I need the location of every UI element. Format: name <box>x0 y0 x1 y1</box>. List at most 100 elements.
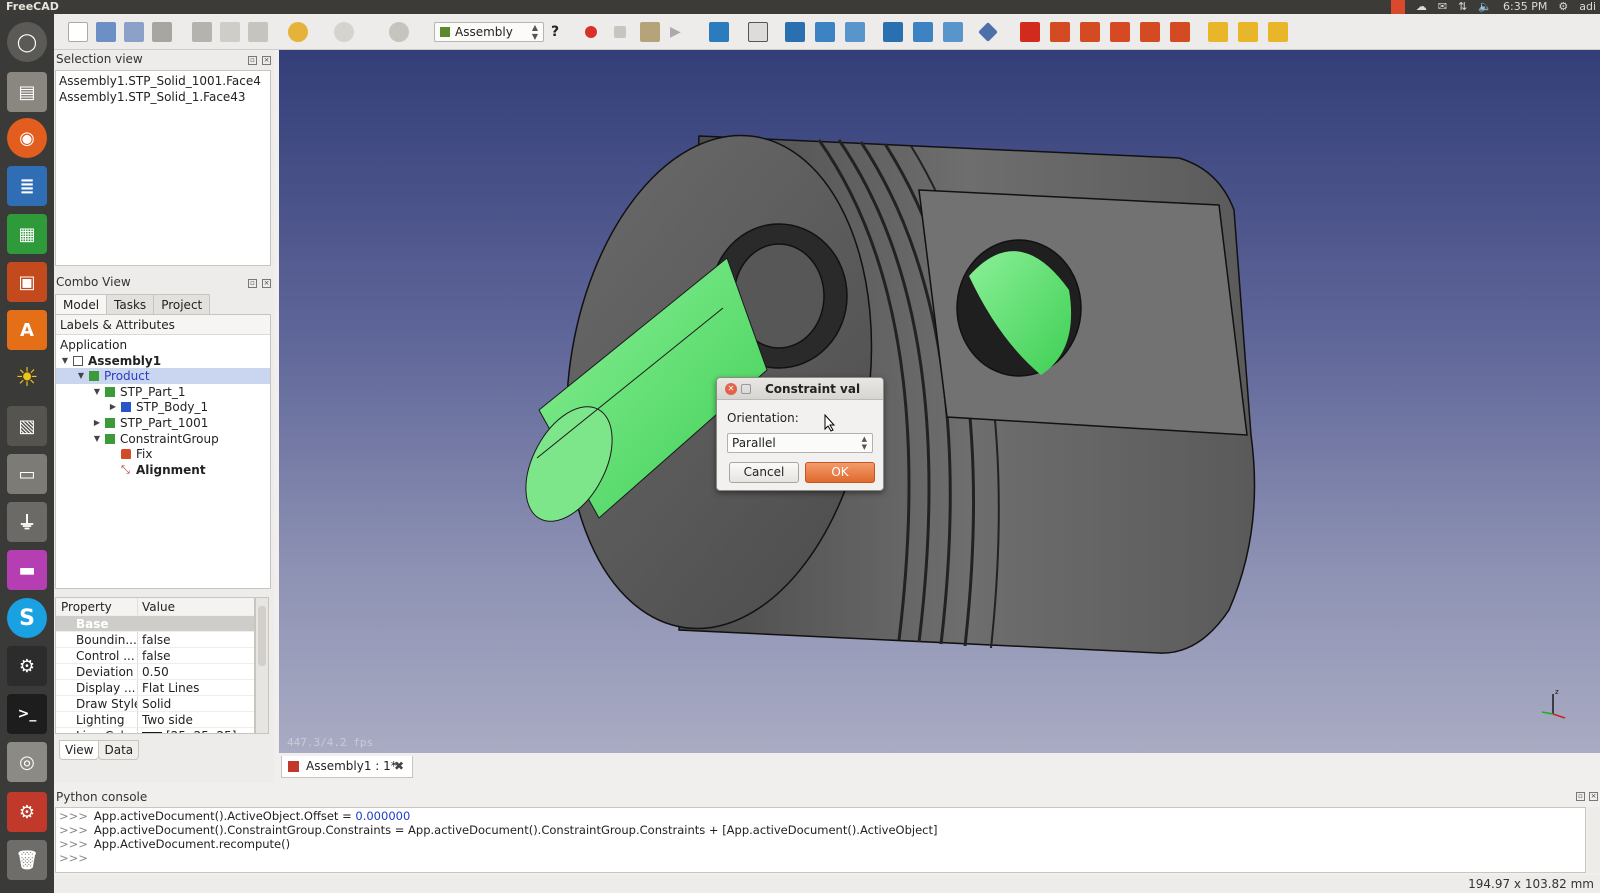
tree-item[interactable]: ⤡ Alignment <box>56 462 270 478</box>
tab-view[interactable]: View <box>59 740 100 760</box>
property-value[interactable]: Solid <box>138 696 171 711</box>
property-row[interactable]: Display ... Flat Lines <box>56 680 254 696</box>
float-icon[interactable]: ▫ <box>248 56 257 65</box>
workbench-selector[interactable]: Assembly ▲ ▼ <box>434 22 544 42</box>
clock[interactable]: 6:35 PM <box>1503 0 1547 14</box>
bottom-view-icon[interactable] <box>913 22 933 42</box>
collapsed-icon[interactable]: ▶ <box>108 399 118 415</box>
speaker-icon[interactable]: ◎ <box>7 742 47 782</box>
software-center-icon[interactable]: A <box>7 310 47 350</box>
property-value[interactable]: false <box>138 648 171 663</box>
save-icon[interactable] <box>124 22 144 42</box>
tree-item[interactable]: ▼ STP_Part_1 <box>56 384 270 400</box>
close-icon[interactable]: ✕ <box>725 383 737 395</box>
parallel-constraint-icon[interactable] <box>1080 22 1100 42</box>
console-scrollbar[interactable] <box>1588 807 1600 873</box>
expanded-icon[interactable]: ▼ <box>76 368 86 384</box>
tree-item[interactable]: ▶ STP_Part_1001 <box>56 415 270 431</box>
selection-list[interactable]: Assembly1.STP_Solid_1001.Face4 Assembly1… <box>55 70 271 266</box>
notification-icon[interactable] <box>1390 0 1405 14</box>
refresh-icon[interactable] <box>389 22 409 42</box>
property-row[interactable]: Boundin... false <box>56 632 254 648</box>
expanded-icon[interactable]: ▼ <box>92 384 102 400</box>
float-icon[interactable]: ▫ <box>248 279 257 288</box>
impress-icon[interactable]: ▣ <box>7 262 47 302</box>
circular-constraint-icon[interactable] <box>1140 22 1160 42</box>
run-macro-icon[interactable]: ▶ <box>670 22 690 42</box>
selection-item[interactable]: Assembly1.STP_Solid_1.Face43 <box>59 89 267 105</box>
firefox-icon[interactable]: ◉ <box>7 118 47 158</box>
tree-item[interactable]: ▼ Assembly1 <box>56 353 270 369</box>
close-tab-icon[interactable]: ✖ <box>394 756 404 776</box>
property-row[interactable]: Control ... false <box>56 648 254 664</box>
property-scrollbar[interactable] <box>255 597 269 734</box>
property-value[interactable]: Two side <box>138 712 193 727</box>
mail-icon[interactable]: ✉ <box>1438 0 1447 14</box>
close-icon[interactable]: × <box>1589 792 1598 801</box>
writer-icon[interactable]: ≣ <box>7 166 47 206</box>
open-icon[interactable] <box>96 22 116 42</box>
3d-viewport[interactable]: 447.3/4.2 fps z <box>279 50 1600 753</box>
rear-view-icon[interactable] <box>883 22 903 42</box>
new-icon[interactable] <box>68 22 88 42</box>
property-value[interactable]: [25, 25, 25] <box>138 728 236 733</box>
tree-item[interactable]: Application <box>56 337 270 353</box>
property-row[interactable]: Deviation 0.50 <box>56 664 254 680</box>
paste-icon[interactable] <box>248 22 268 42</box>
python-console[interactable]: >>> App.activeDocument().ActiveObject.Off… <box>55 807 1586 873</box>
property-value[interactable]: Flat Lines <box>138 680 199 695</box>
tab-tasks[interactable]: Tasks <box>106 294 155 314</box>
fit-all-icon[interactable] <box>709 22 729 42</box>
volume-icon[interactable]: 🔈 <box>1478 0 1492 14</box>
close-icon[interactable]: × <box>262 279 271 288</box>
expanded-icon[interactable]: ▼ <box>92 431 102 447</box>
ok-button[interactable]: OK <box>805 462 875 483</box>
trash-icon[interactable]: 🗑 <box>7 840 47 880</box>
close-icon[interactable]: × <box>262 56 271 65</box>
copy-icon[interactable] <box>220 22 240 42</box>
float-icon[interactable]: ▫ <box>1576 792 1585 801</box>
property-row[interactable]: Lighting Two side <box>56 712 254 728</box>
property-value[interactable]: false <box>138 632 171 647</box>
measure-icon[interactable] <box>978 22 998 42</box>
piston-model[interactable] <box>279 50 1600 753</box>
terminal-icon[interactable]: >_ <box>7 694 47 734</box>
calc-icon[interactable]: ▦ <box>7 214 47 254</box>
network-icon[interactable]: ☁ <box>1416 0 1427 14</box>
plane-constraint-icon[interactable] <box>1050 22 1070 42</box>
maximize-icon[interactable] <box>741 384 751 394</box>
dialog-titlebar[interactable]: ✕ Constraint val <box>717 378 883 400</box>
tab-model[interactable]: Model <box>55 294 108 314</box>
stop-macro-icon[interactable] <box>614 26 626 38</box>
cancel-button[interactable]: Cancel <box>729 462 799 483</box>
drive-icon[interactable]: ▭ <box>7 454 47 494</box>
top-view-icon[interactable] <box>815 22 835 42</box>
session-icon[interactable]: ⚙ <box>1558 0 1568 14</box>
property-value[interactable]: 0.50 <box>138 664 169 679</box>
tab-project[interactable]: Project <box>153 294 211 314</box>
dash-icon[interactable]: ◯ <box>7 22 47 62</box>
tree-item[interactable]: Fix <box>56 446 270 462</box>
steam-icon[interactable]: ⚙ <box>7 646 47 686</box>
cut-icon[interactable] <box>192 22 212 42</box>
redo-icon[interactable] <box>334 22 354 42</box>
expanded-icon[interactable]: ▼ <box>60 353 70 369</box>
angle-constraint-icon[interactable] <box>1110 22 1130 42</box>
files-icon[interactable]: ▤ <box>7 72 47 112</box>
fix-constraint-icon[interactable] <box>1020 22 1040 42</box>
record-macro-icon[interactable] <box>585 26 597 38</box>
user-name[interactable]: adi <box>1579 0 1596 14</box>
scroll-thumb[interactable] <box>258 606 266 666</box>
alignment-constraint-icon[interactable] <box>1170 22 1190 42</box>
selection-item[interactable]: Assembly1.STP_Solid_1001.Face4 <box>59 73 267 89</box>
front-view-icon[interactable] <box>785 22 805 42</box>
print-icon[interactable] <box>152 22 172 42</box>
whats-this-icon[interactable]: ? <box>551 22 571 42</box>
orientation-select[interactable]: Parallel ▲ ▼ <box>727 433 873 453</box>
property-row[interactable]: Line Color [25, 25, 25] <box>56 728 254 733</box>
import-part-icon[interactable] <box>1208 22 1228 42</box>
skype-icon[interactable]: S <box>7 598 47 638</box>
sun-icon[interactable]: ☀ <box>7 358 47 398</box>
transfer-icon[interactable]: ⇅ <box>1458 0 1467 14</box>
part-list-icon[interactable] <box>1268 22 1288 42</box>
